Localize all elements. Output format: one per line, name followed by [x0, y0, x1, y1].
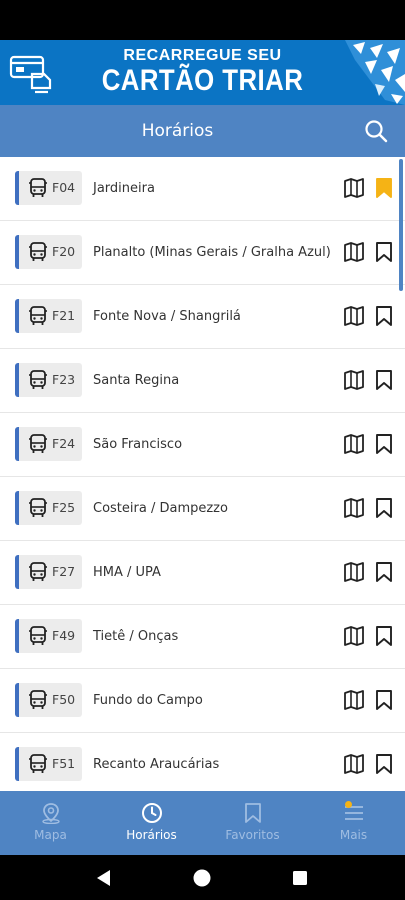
map-icon[interactable] [343, 433, 365, 455]
route-row[interactable]: F51 Recanto Araucárias [0, 733, 405, 791]
map-icon[interactable] [343, 561, 365, 583]
map-icon[interactable] [343, 753, 365, 775]
notification-dot [345, 801, 352, 808]
route-name: Jardineira [93, 181, 155, 196]
map-icon[interactable] [343, 177, 365, 199]
back-icon[interactable] [94, 868, 114, 888]
route-code: F49 [52, 628, 76, 643]
bookmark-icon[interactable] [374, 753, 394, 775]
page-title: Horários [141, 121, 214, 141]
nav-item-more[interactable]: Mais [303, 791, 404, 855]
route-row[interactable]: F49 Tietê / Onças [0, 605, 405, 669]
route-code: F25 [52, 500, 76, 515]
nav-label: Mapa [34, 828, 67, 842]
bookmark-icon[interactable] [374, 305, 394, 327]
bus-icon [29, 690, 47, 709]
status-bar [0, 0, 405, 40]
list-scrollbar[interactable] [399, 159, 403, 291]
route-badge: F24 [15, 427, 82, 461]
promo-banner[interactable]: RECARREGUE SEU CARTÃO TRIAR [0, 40, 405, 105]
map-icon[interactable] [343, 625, 365, 647]
system-nav-bar [0, 855, 405, 900]
route-code: F24 [52, 436, 76, 451]
bookmark-icon [245, 803, 261, 823]
route-badge: F50 [15, 683, 82, 717]
route-row[interactable]: F20 Planalto (Minas Gerais / Gralha Azul) [0, 221, 405, 285]
map-icon[interactable] [343, 689, 365, 711]
bus-icon [29, 754, 47, 773]
bookmark-icon[interactable] [374, 625, 394, 647]
bus-icon [29, 498, 47, 517]
route-name: Santa Regina [93, 373, 180, 388]
route-name: HMA / UPA [93, 565, 161, 580]
bookmark-icon[interactable] [374, 689, 394, 711]
route-code: F21 [52, 308, 76, 323]
route-badge: F27 [15, 555, 82, 589]
route-row[interactable]: F21 Fonte Nova / Shangrilá [0, 285, 405, 349]
bus-icon [29, 434, 47, 453]
map-icon[interactable] [343, 497, 365, 519]
nav-item-favorites[interactable]: Favoritos [202, 791, 303, 855]
banner-decoration [345, 40, 405, 105]
bookmark-icon[interactable] [374, 497, 394, 519]
map-pin-icon [42, 803, 60, 824]
route-code: F27 [52, 564, 76, 579]
bus-icon [29, 626, 47, 645]
map-icon[interactable] [343, 305, 365, 327]
bus-icon [29, 562, 47, 581]
nav-item-map[interactable]: Mapa [0, 791, 101, 855]
app-bar: Horários [0, 105, 405, 157]
route-badge: F21 [15, 299, 82, 333]
route-name: Planalto (Minas Gerais / Gralha Azul) [93, 245, 331, 260]
route-name: Costeira / Dampezzo [93, 501, 228, 516]
route-name: Tietê / Onças [93, 629, 179, 644]
route-code: F20 [52, 244, 76, 259]
route-name: Fonte Nova / Shangrilá [93, 309, 241, 324]
bottom-nav: Mapa Horários Favoritos Mais [0, 791, 405, 855]
nav-label: Horários [126, 828, 177, 842]
route-code: F50 [52, 692, 76, 707]
route-code: F23 [52, 372, 76, 387]
nav-label: Favoritos [225, 828, 280, 842]
route-name: Recanto Araucárias [93, 757, 220, 772]
route-code: F04 [52, 180, 76, 195]
bus-icon [29, 242, 47, 261]
route-badge: F04 [15, 171, 82, 205]
route-name: Fundo do Campo [93, 693, 203, 708]
route-row[interactable]: F24 São Francisco [0, 413, 405, 477]
route-row[interactable]: F25 Costeira / Dampezzo [0, 477, 405, 541]
route-row[interactable]: F04 Jardineira [0, 157, 405, 221]
bookmark-icon[interactable] [374, 561, 394, 583]
home-icon[interactable] [192, 868, 212, 888]
route-badge: F51 [15, 747, 82, 781]
bus-icon [29, 306, 47, 325]
bookmark-icon[interactable] [374, 241, 394, 263]
bookmark-icon[interactable] [374, 433, 394, 455]
map-icon[interactable] [343, 241, 365, 263]
route-badge: F49 [15, 619, 82, 653]
bus-icon [29, 370, 47, 389]
nav-label: Mais [339, 828, 368, 842]
nav-item-schedules[interactable]: Horários [101, 791, 202, 855]
route-code: F51 [52, 756, 76, 771]
route-badge: F25 [15, 491, 82, 525]
clock-icon [142, 803, 162, 823]
recents-icon[interactable] [290, 868, 310, 888]
bookmark-filled-icon[interactable] [374, 177, 394, 199]
route-badge: F20 [15, 235, 82, 269]
route-list[interactable]: F04 Jardineira F20 Planalto (Minas Gerais /… [0, 157, 405, 791]
route-row[interactable]: F50 Fundo do Campo [0, 669, 405, 733]
search-icon[interactable] [363, 118, 389, 144]
map-icon[interactable] [343, 369, 365, 391]
route-name: São Francisco [93, 437, 183, 452]
route-row[interactable]: F27 HMA / UPA [0, 541, 405, 605]
route-row[interactable]: F23 Santa Regina [0, 349, 405, 413]
route-badge: F23 [15, 363, 82, 397]
bus-icon [29, 178, 47, 197]
bookmark-icon[interactable] [374, 369, 394, 391]
